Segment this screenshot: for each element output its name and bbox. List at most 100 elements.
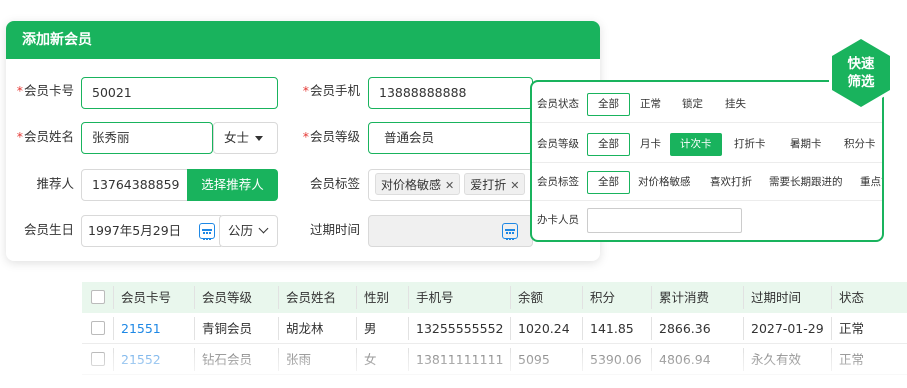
cell-points: 141.85 xyxy=(590,321,634,336)
level-option-all[interactable]: 全部 xyxy=(587,133,630,156)
required-mark: * xyxy=(302,83,309,98)
close-icon[interactable]: ✕ xyxy=(445,179,454,192)
required-mark: * xyxy=(16,129,23,144)
col-card-no: 会员卡号 xyxy=(121,290,172,305)
level-filter-row: 会员等级 全部 月卡 计次卡 打折卡 暑期卡 积分卡 xyxy=(532,126,882,163)
badge-line-2: 筛选 xyxy=(847,74,875,90)
column-divider xyxy=(113,317,114,340)
tag-chip: 爱打折 ✕ xyxy=(464,173,526,195)
column-divider xyxy=(194,317,195,340)
col-level: 会员等级 xyxy=(202,290,253,305)
badge-line-1: 快速 xyxy=(847,56,875,72)
column-divider xyxy=(582,286,583,309)
select-all-checkbox[interactable] xyxy=(91,290,105,304)
column-divider xyxy=(278,286,279,309)
column-divider xyxy=(408,286,409,309)
tag-filter-label: 会员标签 xyxy=(537,176,579,188)
level-option-count-card[interactable]: 计次卡 xyxy=(670,133,722,156)
status-filter-label: 会员状态 xyxy=(537,98,579,110)
column-divider xyxy=(356,317,357,340)
required-mark: * xyxy=(16,83,23,98)
tag-option-all[interactable]: 全部 xyxy=(587,171,630,194)
card-no-label: *会员卡号 xyxy=(16,83,74,98)
birthday-input[interactable]: 1997年5月29日 xyxy=(81,215,221,247)
expiry-input xyxy=(368,215,533,247)
column-divider xyxy=(743,317,744,340)
phone-input[interactable]: 13888888888 xyxy=(368,77,533,109)
calendar-type-value: 公历 xyxy=(228,223,254,238)
cell-total-spend: 2866.36 xyxy=(659,321,711,336)
tag-chip-label: 对价格敏感 xyxy=(381,178,442,192)
calendar-icon xyxy=(502,223,518,240)
column-divider xyxy=(510,317,511,340)
tag-option-likes-discount[interactable]: 喜欢打折 xyxy=(710,171,752,194)
cell-gender: 男 xyxy=(364,321,377,336)
cell-expiry: 2027-01-29 xyxy=(751,321,824,336)
card-no-link[interactable]: 21551 xyxy=(121,313,161,344)
column-divider xyxy=(743,286,744,309)
cell-level: 青铜会员 xyxy=(202,321,253,336)
name-label: *会员姓名 xyxy=(16,129,74,144)
tags-label: 会员标签 xyxy=(309,176,360,191)
tag-filter-row: 会员标签 全部 对价格敏感 喜欢打折 需要长期跟进的 重点管 xyxy=(532,164,882,201)
column-divider xyxy=(408,317,409,340)
column-divider xyxy=(356,286,357,309)
status-option-locked[interactable]: 锁定 xyxy=(682,93,703,116)
agent-input[interactable] xyxy=(587,208,742,233)
calendar-icon[interactable] xyxy=(199,223,215,240)
quick-filter-badge-inner: 快速 筛选 xyxy=(832,39,890,107)
tag-option-follow-up[interactable]: 需要长期跟进的 xyxy=(769,171,843,194)
cell-phone: 13255555552 xyxy=(416,321,504,336)
row-checkbox[interactable] xyxy=(91,321,105,335)
table-row[interactable]: 21551 青铜会员 胡龙林 男 13255555552 1020.24 141… xyxy=(82,313,907,344)
agent-filter-row: 办卡人员 xyxy=(532,202,882,239)
bottom-fade-overlay xyxy=(0,353,907,388)
cell-balance: 1020.24 xyxy=(518,321,570,336)
col-total-spend: 累计消费 xyxy=(659,290,710,305)
level-select[interactable]: 普通会员 xyxy=(368,122,533,154)
cell-status: 正常 xyxy=(839,321,865,336)
col-phone: 手机号 xyxy=(416,290,454,305)
page: 添加新会员 *会员卡号 50021 *会员手机 13888888888 *会员姓… xyxy=(0,0,907,388)
col-name: 会员姓名 xyxy=(286,290,337,305)
column-divider xyxy=(651,286,652,309)
card-no-input[interactable]: 50021 xyxy=(81,77,278,109)
salutation-select[interactable]: 女士 xyxy=(213,122,278,154)
salutation-value: 女士 xyxy=(224,130,250,145)
agent-filter-label: 办卡人员 xyxy=(537,214,579,226)
calendar-type-select[interactable]: 公历 xyxy=(219,215,278,247)
add-member-card: 添加新会员 *会员卡号 50021 *会员手机 13888888888 *会员姓… xyxy=(6,21,600,261)
close-icon[interactable]: ✕ xyxy=(510,179,519,192)
expiry-label: 过期时间 xyxy=(309,222,360,237)
column-divider xyxy=(831,286,832,309)
status-option-normal[interactable]: 正常 xyxy=(640,93,661,116)
tag-option-key[interactable]: 重点管 xyxy=(860,171,882,194)
level-option-summer[interactable]: 暑期卡 xyxy=(790,133,822,156)
status-option-lost[interactable]: 挂失 xyxy=(725,93,746,116)
col-gender: 性别 xyxy=(364,290,390,305)
referrer-label: 推荐人 xyxy=(36,176,74,191)
referrer-input[interactable]: 13764388859 xyxy=(81,169,189,201)
col-expiry: 过期时间 xyxy=(751,290,802,305)
tags-input[interactable]: 对价格敏感 ✕ 爱打折 ✕ xyxy=(368,169,533,201)
column-divider xyxy=(194,286,195,309)
table-header: 会员卡号 会员等级 会员姓名 性别 手机号 余额 积分 累计消费 过期时间 状态 xyxy=(82,282,907,313)
tag-chip-label: 爱打折 xyxy=(470,178,507,192)
name-input[interactable]: 张秀丽 xyxy=(81,122,213,154)
level-option-points[interactable]: 积分卡 xyxy=(844,133,876,156)
column-divider xyxy=(831,317,832,340)
birthday-label: 会员生日 xyxy=(23,222,74,237)
required-mark: * xyxy=(302,129,309,144)
phone-label: *会员手机 xyxy=(302,83,360,98)
column-divider xyxy=(278,317,279,340)
caret-down-icon xyxy=(255,136,264,141)
card-title: 添加新会员 xyxy=(6,21,600,59)
status-option-all[interactable]: 全部 xyxy=(587,93,630,116)
col-balance: 余额 xyxy=(518,290,544,305)
column-divider xyxy=(582,317,583,340)
level-option-monthly[interactable]: 月卡 xyxy=(640,133,661,156)
tag-option-price-sensitive[interactable]: 对价格敏感 xyxy=(638,171,691,194)
select-referrer-button[interactable]: 选择推荐人 xyxy=(187,169,278,201)
quick-filter-panel: 会员状态 全部 正常 锁定 挂失 会员等级 全部 月卡 计次卡 打折卡 暑期卡 … xyxy=(530,80,884,242)
level-option-discount[interactable]: 打折卡 xyxy=(734,133,766,156)
